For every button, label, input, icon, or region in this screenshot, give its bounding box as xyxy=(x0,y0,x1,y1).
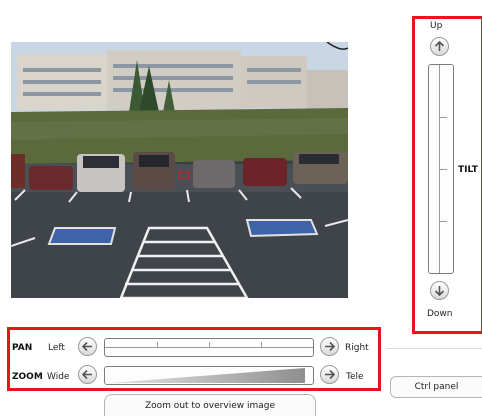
pan-left-label: Left xyxy=(48,343,65,353)
arrow-left-icon xyxy=(82,341,92,352)
zoom-title: ZOOM xyxy=(12,372,43,382)
pan-right-label: Right xyxy=(345,343,369,353)
zoom-tele-button[interactable] xyxy=(320,365,339,384)
camera-view[interactable] xyxy=(11,42,348,298)
tilt-slider[interactable] xyxy=(428,64,454,274)
pan-slider[interactable] xyxy=(104,338,314,357)
arrow-up-icon xyxy=(434,41,445,51)
pan-title: PAN xyxy=(12,343,33,353)
tilt-down-button[interactable] xyxy=(430,281,449,300)
pan-left-button[interactable] xyxy=(78,337,97,356)
tilt-up-button[interactable] xyxy=(430,37,449,56)
tilt-down-label: Down xyxy=(427,309,453,319)
tilt-up-label: Up xyxy=(430,21,443,31)
arrow-right-icon xyxy=(325,341,335,352)
camera-image xyxy=(11,42,348,298)
pan-right-button[interactable] xyxy=(320,337,339,356)
arrow-left-icon xyxy=(82,369,92,380)
ctrl-panel-button[interactable]: Ctrl panel xyxy=(390,376,482,398)
zoom-tele-label: Tele xyxy=(346,372,364,382)
zoom-wide-label: Wide xyxy=(47,372,70,382)
tilt-title: TILT xyxy=(458,165,478,175)
zoom-ramp xyxy=(109,368,305,383)
ctrl-panel-divider xyxy=(386,348,482,349)
zoom-wide-button[interactable] xyxy=(78,365,97,384)
arrow-right-icon xyxy=(325,369,335,380)
zoom-slider[interactable] xyxy=(104,366,314,385)
zoom-out-overview-button[interactable]: Zoom out to overview image xyxy=(104,394,316,416)
arrow-down-icon xyxy=(434,286,445,296)
